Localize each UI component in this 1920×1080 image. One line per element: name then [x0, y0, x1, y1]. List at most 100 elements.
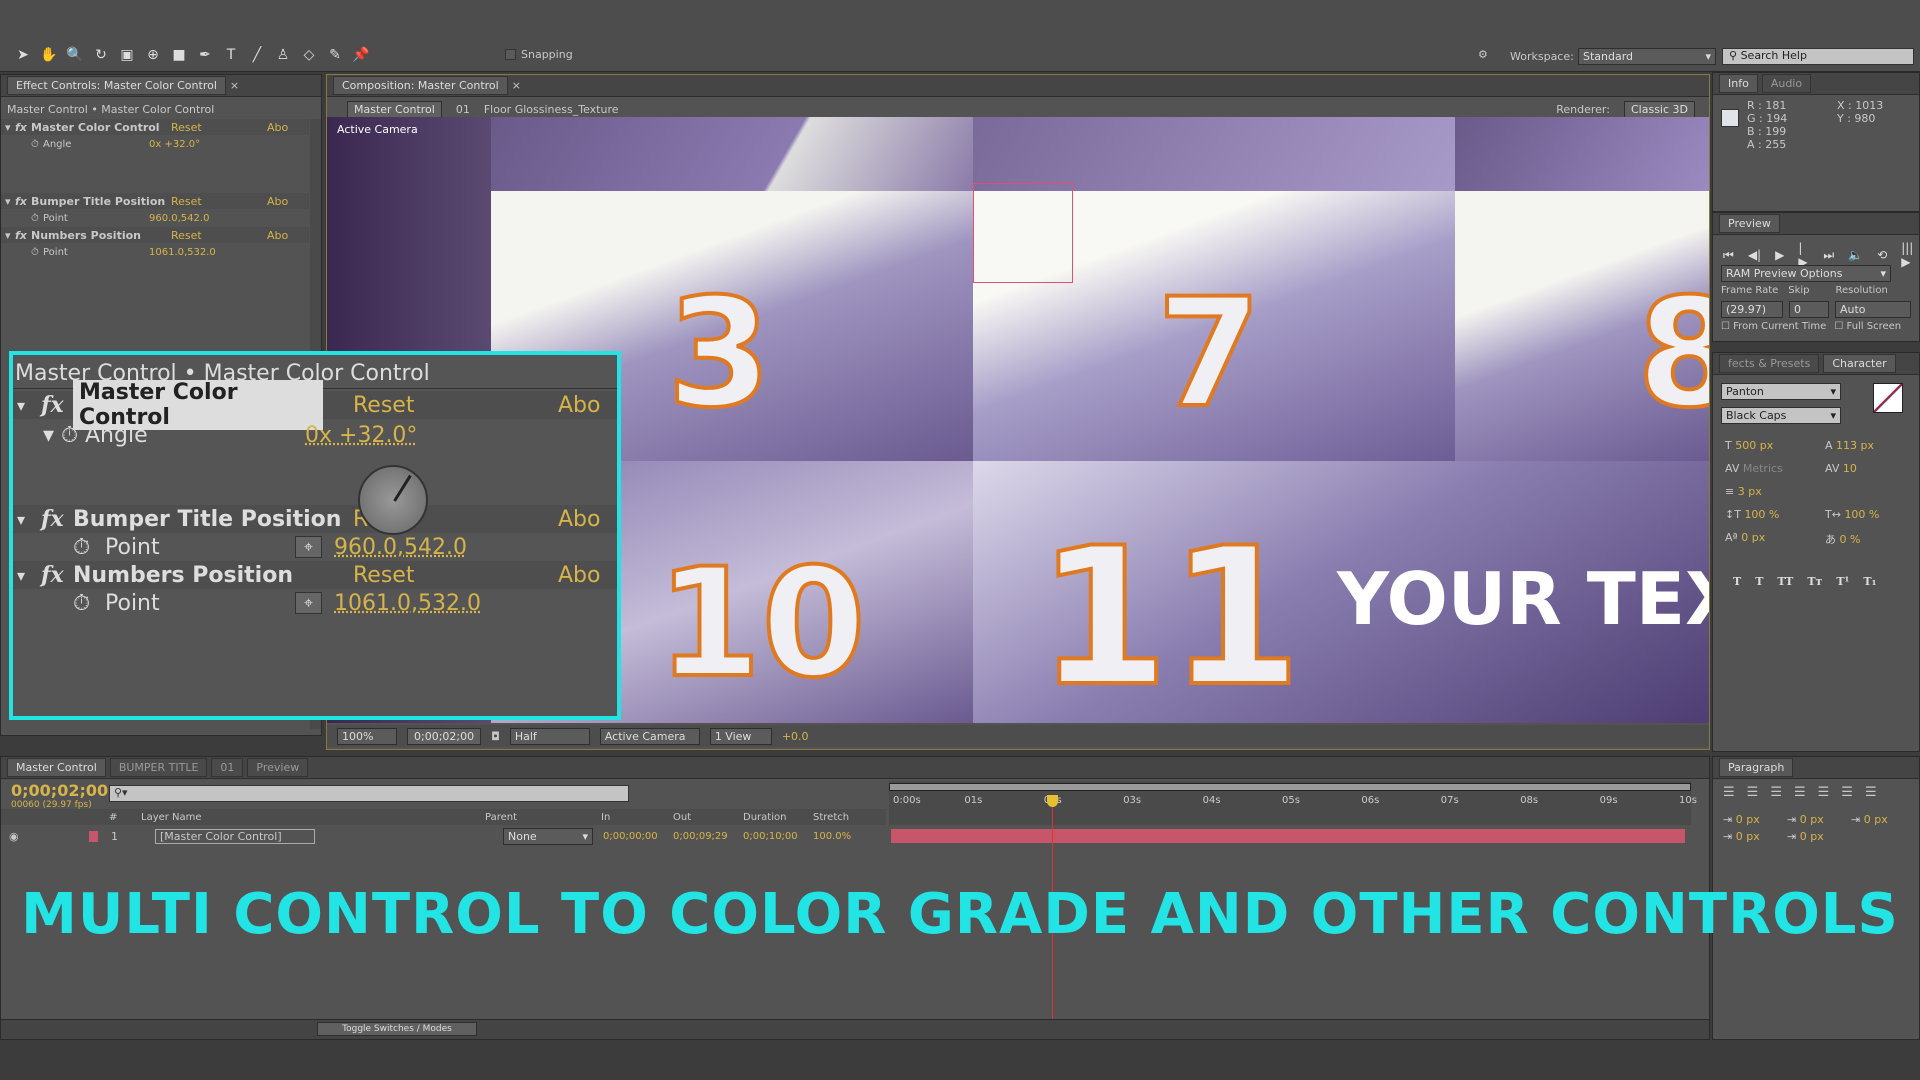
reset-link[interactable]: Reset: [171, 229, 267, 242]
property-value[interactable]: 1061.0,532.0: [149, 247, 216, 258]
stopwatch-icon[interactable]: ⏱: [1, 139, 43, 150]
zoom-tool-icon[interactable]: 🔍: [64, 44, 86, 66]
playhead-handle[interactable]: [1046, 795, 1058, 807]
disclosure-triangle-icon[interactable]: ▾: [1, 195, 15, 208]
tab-paragraph[interactable]: Paragraph: [1719, 758, 1794, 777]
baseline-shift-field[interactable]: Aª 0 px: [1725, 531, 1825, 547]
inset-effect-row[interactable]: ▾ fx Numbers Position Reset Abo: [13, 561, 617, 589]
font-style-dropdown[interactable]: Black Caps ▾: [1721, 407, 1841, 424]
effect-row[interactable]: ▾ fx Master Color Control Reset Abo: [1, 119, 309, 135]
reset-link[interactable]: Reset: [353, 393, 558, 418]
frame-rate-dropdown[interactable]: (29.97): [1721, 301, 1783, 318]
reset-link[interactable]: Reset: [171, 121, 267, 134]
text-style-button[interactable]: TT: [1777, 575, 1793, 588]
timeline-tab[interactable]: BUMPER TITLE: [109, 758, 208, 777]
from-current-checkbox[interactable]: ☐ From Current Time: [1721, 321, 1826, 332]
about-link[interactable]: Abo: [558, 507, 600, 532]
selection-box[interactable]: [973, 183, 1073, 283]
paragraph-indent-field[interactable]: ⇥ 0 px: [1787, 813, 1851, 826]
property-value[interactable]: 0x +32.0°: [149, 139, 200, 150]
work-area-bar[interactable]: [889, 783, 1691, 791]
crumb-floor[interactable]: Floor Glossiness_Texture: [484, 103, 619, 116]
about-link[interactable]: Abo: [267, 121, 288, 134]
visibility-icon[interactable]: ◉: [9, 830, 19, 843]
disclosure-triangle-icon[interactable]: ▾: [13, 566, 41, 585]
stopwatch-icon[interactable]: ⏱: [13, 591, 105, 616]
effect-row[interactable]: ▾ fx Numbers Position Reset Abo: [1, 227, 309, 243]
views-dropdown[interactable]: 1 View: [709, 727, 772, 745]
kerning-field[interactable]: AV Metrics: [1725, 462, 1825, 475]
font-size-field[interactable]: T 500 px: [1725, 439, 1825, 452]
tsume-field[interactable]: あ 0 %: [1825, 531, 1920, 547]
text-style-button[interactable]: T₁: [1863, 575, 1876, 588]
stroke-width-field[interactable]: ≡ 3 px: [1725, 485, 1825, 498]
selection-tool-icon[interactable]: ➤: [12, 44, 34, 66]
fx-icon[interactable]: fx: [15, 229, 31, 242]
pan-behind-tool-icon[interactable]: ⊕: [142, 44, 164, 66]
timecode-button[interactable]: 0;00;02;00: [407, 727, 482, 745]
vertical-scale-field[interactable]: ↕T 100 %: [1725, 508, 1825, 521]
fx-icon[interactable]: fx: [15, 121, 31, 134]
disclosure-triangle-icon[interactable]: ▾: [1, 229, 15, 242]
fx-icon[interactable]: fx: [41, 392, 73, 418]
first-frame-icon[interactable]: ⏮: [1723, 248, 1734, 263]
time-ruler[interactable]: 0:00s01s02s03s04s05s06s07s08s09s10s: [889, 781, 1697, 1037]
justify-center-icon[interactable]: ☰: [1818, 785, 1830, 800]
tab-audio[interactable]: Audio: [1761, 74, 1812, 93]
layer-stretch[interactable]: 100.0%: [813, 831, 851, 842]
close-icon[interactable]: ×: [512, 79, 521, 92]
puppet-pin-tool-icon[interactable]: 📌: [350, 44, 372, 66]
paragraph-indent-field[interactable]: ⇥ 0 px: [1723, 813, 1787, 826]
text-style-button[interactable]: T: [1733, 575, 1741, 588]
effect-row[interactable]: ▾ fx Bumper Title Position Reset Abo: [1, 193, 309, 209]
roto-brush-tool-icon[interactable]: ✎: [324, 44, 346, 66]
ram-preview-dropdown[interactable]: RAM Preview Options ▾: [1721, 265, 1891, 282]
type-tool-icon[interactable]: T: [220, 44, 242, 66]
skip-dropdown[interactable]: 0: [1789, 301, 1829, 318]
justify-right-icon[interactable]: ☰: [1841, 785, 1853, 800]
workspace-icon[interactable]: ⚙: [1478, 48, 1488, 61]
text-style-button[interactable]: T: [1755, 575, 1763, 588]
pen-tool-icon[interactable]: ✒: [194, 44, 216, 66]
disclosure-triangle-icon[interactable]: ▾: [13, 396, 41, 415]
layer-row[interactable]: ◉ 1 [Master Color Control] None ▾ 0;00;00…: [1, 827, 886, 845]
property-value[interactable]: 1061.0,532.0: [334, 591, 481, 616]
align-right-icon[interactable]: ☰: [1770, 785, 1782, 800]
font-family-dropdown[interactable]: Panton ▾: [1721, 383, 1841, 400]
paragraph-indent-field[interactable]: ⇥ 0 px: [1851, 813, 1915, 826]
crosshair-icon[interactable]: ⌖: [295, 536, 323, 558]
label-color[interactable]: [89, 830, 98, 842]
zoom-dropdown[interactable]: 100%: [337, 727, 397, 745]
inset-effect-row[interactable]: ▾fxBumper Title PositionResetAbo: [13, 505, 617, 533]
tab-character[interactable]: Character: [1823, 354, 1896, 373]
text-style-button[interactable]: Tт: [1807, 575, 1822, 588]
tab-info[interactable]: Info: [1719, 74, 1758, 93]
last-frame-icon[interactable]: ⏭: [1823, 248, 1834, 263]
stopwatch-icon[interactable]: ▾ ⏱: [13, 423, 85, 448]
stopwatch-icon[interactable]: ⏱: [1, 247, 43, 258]
align-center-icon[interactable]: ☰: [1747, 785, 1759, 800]
property-value[interactable]: 0x +32.0°: [305, 423, 417, 448]
timeline-tab[interactable]: Master Control: [7, 758, 106, 777]
timeline-tab[interactable]: 01: [211, 758, 244, 777]
disclosure-triangle-icon[interactable]: ▾: [13, 510, 41, 529]
full-screen-checkbox[interactable]: ☐ Full Screen: [1834, 321, 1901, 332]
layer-name[interactable]: [Master Color Control]: [155, 828, 315, 844]
close-icon[interactable]: ×: [230, 79, 239, 92]
paragraph-indent-field[interactable]: ⇥ 0 px: [1787, 830, 1851, 843]
eraser-tool-icon[interactable]: ◇: [298, 44, 320, 66]
paragraph-indent-field[interactable]: ⇥ 0 px: [1723, 830, 1787, 843]
brush-tool-icon[interactable]: ╱: [246, 44, 268, 66]
timeline-tab[interactable]: Preview: [247, 758, 309, 777]
tab-preview[interactable]: Preview: [1719, 214, 1780, 233]
play-icon[interactable]: ▶: [1775, 248, 1784, 262]
composition-tab[interactable]: Composition: Master Control: [333, 76, 508, 95]
exposure-value[interactable]: +0.0: [782, 730, 809, 743]
reset-link[interactable]: Reset: [171, 195, 267, 208]
angle-dial[interactable]: [358, 465, 428, 535]
camera-tool-icon[interactable]: ▣: [116, 44, 138, 66]
renderer-button[interactable]: Classic 3D: [1623, 100, 1695, 118]
tab-effects-presets[interactable]: fects & Presets: [1719, 354, 1820, 373]
property-value[interactable]: 960.0,542.0: [149, 213, 209, 224]
resolution-dropdown[interactable]: Half: [509, 727, 590, 745]
